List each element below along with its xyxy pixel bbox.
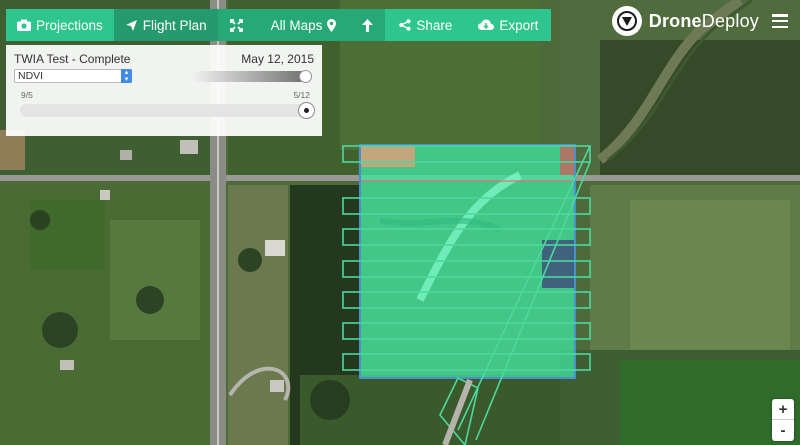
hamburger-menu-icon[interactable]: [772, 14, 788, 28]
date-range-start: 9/5: [21, 90, 33, 100]
map-pin-icon: [327, 18, 337, 32]
upload-button[interactable]: [350, 9, 386, 41]
expand-icon: [229, 18, 243, 32]
date-slider[interactable]: [20, 102, 315, 119]
map-info-panel: TWIA Test - Complete May 12, 2015 NDVI ▴…: [6, 45, 322, 136]
date-range-end: 5/12: [293, 90, 310, 100]
export-button[interactable]: Export: [466, 9, 552, 41]
select-arrows-icon: ▴ ▾: [121, 69, 132, 83]
cloud-download-icon: [478, 19, 495, 31]
projections-button[interactable]: Projections: [6, 9, 114, 41]
layer-select[interactable]: NDVI ▴ ▾: [14, 69, 132, 83]
opacity-slider-handle[interactable]: [299, 69, 312, 83]
camera-icon: [17, 19, 31, 31]
map-name: TWIA Test - Complete: [14, 52, 131, 66]
brand-header: DroneDeploy: [611, 6, 788, 36]
share-button[interactable]: Share: [385, 9, 467, 41]
fullscreen-button[interactable]: [217, 9, 255, 41]
main-toolbar: Projections Flight Plan All Maps Share E…: [6, 9, 552, 41]
flight-plan-label: Flight Plan: [142, 17, 207, 33]
zoom-out-button[interactable]: -: [772, 420, 794, 441]
export-label: Export: [499, 17, 539, 33]
arrow-up-icon: [362, 18, 374, 32]
zoom-in-button[interactable]: +: [772, 399, 794, 420]
flight-plan-button[interactable]: Flight Plan: [113, 9, 218, 41]
layer-select-value: NDVI: [18, 70, 44, 82]
plane-icon: [125, 19, 138, 32]
projections-label: Projections: [36, 17, 103, 33]
all-maps-button[interactable]: All Maps: [254, 9, 351, 41]
map-date: May 12, 2015: [241, 52, 314, 66]
all-maps-label: All Maps: [270, 17, 323, 33]
dronedeploy-logo-icon: [611, 6, 642, 36]
share-label: Share: [416, 17, 453, 33]
opacity-slider[interactable]: [192, 69, 312, 83]
brand-name: DroneDeploy: [648, 10, 759, 31]
share-icon: [399, 19, 411, 31]
date-slider-handle[interactable]: [298, 102, 315, 119]
zoom-controls: + -: [772, 399, 794, 441]
